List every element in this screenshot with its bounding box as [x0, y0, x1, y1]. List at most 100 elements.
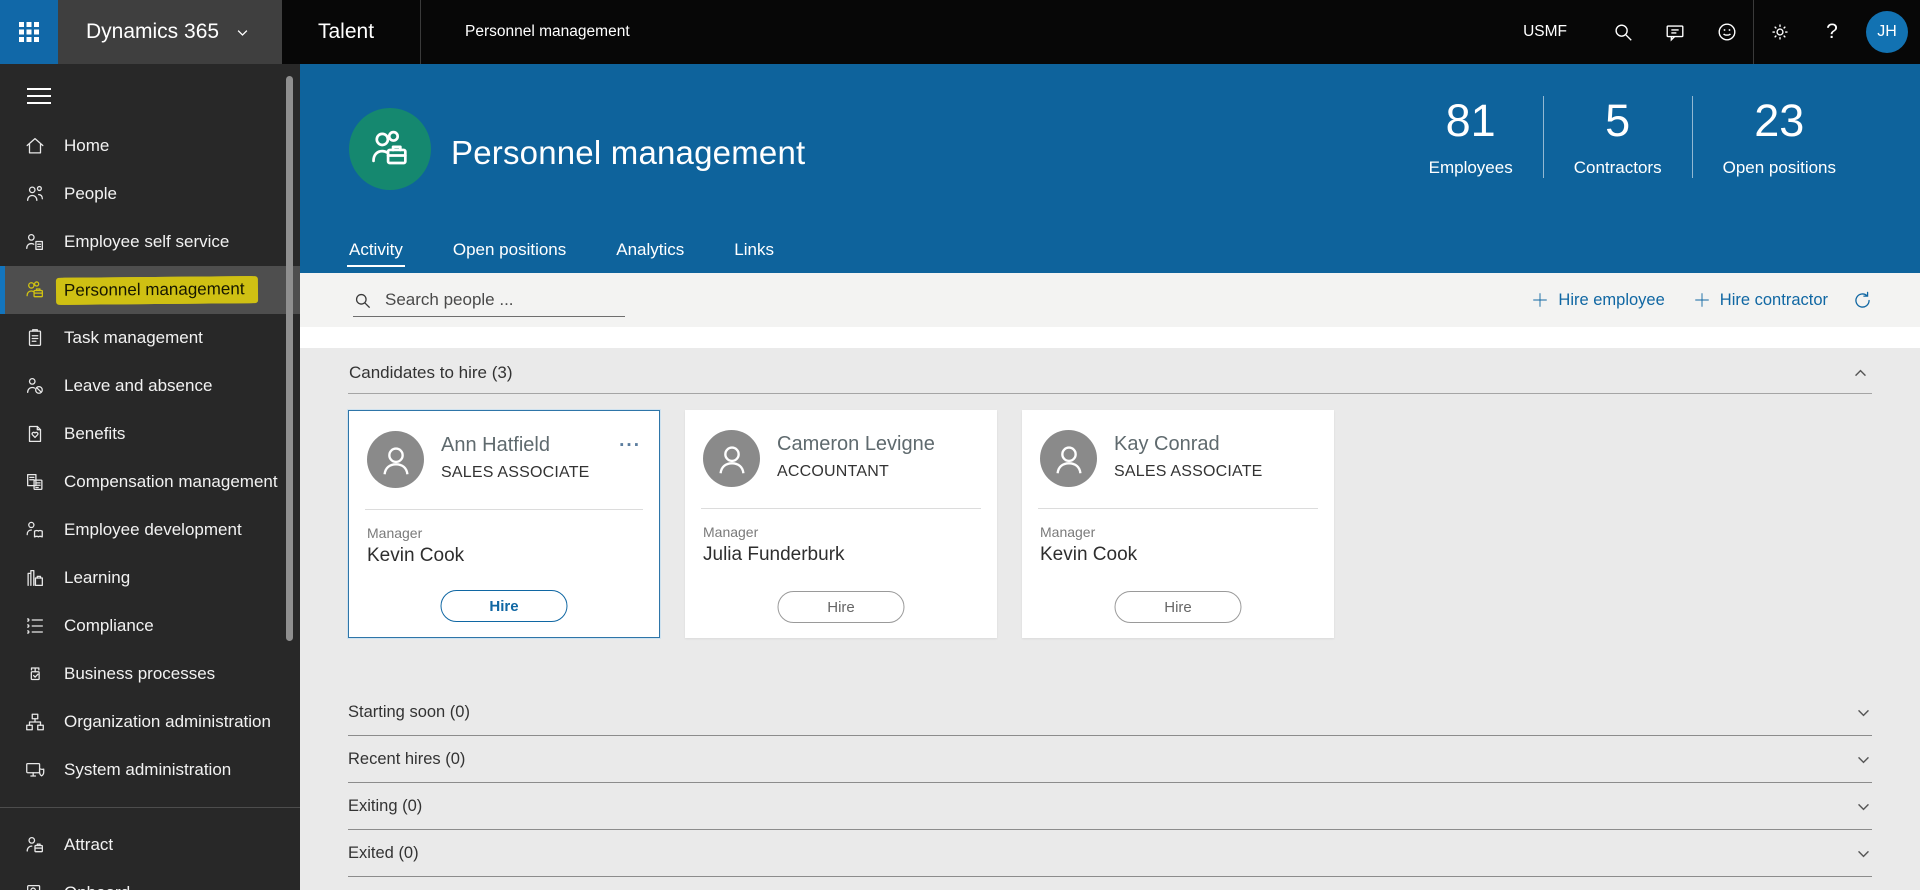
menu-icon[interactable] [22, 82, 56, 110]
topbar: Dynamics 365 Talent Personnel management… [0, 0, 1920, 64]
manager-label: Manager [703, 524, 759, 540]
chevron-down-icon [1855, 845, 1872, 862]
business-processes-icon [23, 662, 47, 686]
sidebar-scrollbar[interactable] [286, 76, 293, 641]
sidebar-item-label: Benefits [64, 424, 126, 443]
company-selector[interactable]: USMF [1523, 23, 1567, 41]
section-title: Starting soon (0) [348, 702, 470, 721]
stat: 5 Contractors [1542, 96, 1692, 178]
settings-gear-icon[interactable] [1754, 0, 1806, 64]
product-name: Dynamics 365 [86, 20, 220, 43]
people-icon [23, 182, 47, 206]
hire-button[interactable]: Hire [440, 590, 568, 622]
section-title: Exited (0) [348, 843, 419, 862]
candidate-card[interactable]: Kay Conrad SALES ASSOCIATE Manager Kevin… [1022, 410, 1334, 638]
stat-label: Employees [1428, 157, 1513, 177]
tab[interactable]: Links [734, 240, 774, 273]
candidate-card[interactable]: Cameron Levigne ACCOUNTANT Manager Julia… [685, 410, 997, 638]
collapsed-section-header[interactable]: Exited (0) [348, 830, 1872, 877]
product-switcher[interactable]: Dynamics 365 [58, 0, 282, 64]
sidebar-item[interactable]: Learning [0, 554, 300, 602]
sidebar-item-label: Compensation management [64, 472, 278, 491]
sidebar-item[interactable]: Employee development [0, 506, 300, 554]
help-button[interactable]: ? [1806, 0, 1858, 64]
tab[interactable]: Open positions [453, 240, 566, 273]
sidebar-item-label: System administration [64, 760, 232, 779]
sidebar-item[interactable]: Compliance [0, 602, 300, 650]
app-name[interactable]: Talent [282, 20, 420, 44]
collapsed-sections: Starting soon (0) Recent hires (0) Exiti… [348, 689, 1872, 877]
sidebar-item-label: Learning [64, 568, 131, 587]
sidebar-item[interactable]: Onboard [0, 869, 300, 890]
sidebar-item-label: Onboard [64, 883, 130, 890]
page-title: Personnel management [451, 134, 806, 171]
tab[interactable]: Analytics [616, 240, 684, 273]
candidate-role: ACCOUNTANT [777, 463, 889, 480]
employee-self-service-icon [23, 230, 47, 254]
sidebar-item[interactable]: Organization administration [0, 698, 300, 746]
leave-and-absence-icon [23, 374, 47, 398]
activity-content: Candidates to hire (3) Ann Hatfield SALE… [300, 348, 1920, 877]
sidebar-item[interactable]: People [0, 170, 300, 218]
hire-action-button[interactable]: Hire contractor [1693, 291, 1828, 310]
feedback-smiley-icon[interactable] [1701, 0, 1753, 64]
sidebar-item-label: Organization administration [64, 712, 271, 731]
refresh-icon[interactable] [1852, 290, 1873, 311]
task-management-icon [23, 326, 47, 350]
main-content: Personnel management 81 Employees 5 Cont… [300, 64, 1920, 890]
candidate-name: Cameron Levigne [777, 433, 935, 455]
organization-administration-icon [23, 710, 47, 734]
sidebar-item[interactable]: Employee self service [0, 218, 300, 266]
chevron-down-icon [1855, 798, 1872, 815]
hire-button[interactable]: Hire [1114, 591, 1242, 623]
sidebar-item[interactable]: Benefits [0, 410, 300, 458]
hire-action-label: Hire employee [1558, 290, 1665, 309]
waffle-icon [17, 20, 41, 44]
message-icon[interactable] [1649, 0, 1701, 64]
sidebar-divider [0, 807, 300, 808]
user-avatar[interactable]: JH [1866, 11, 1908, 53]
collapsed-section-header[interactable]: Starting soon (0) [348, 689, 1872, 736]
manager-label: Manager [1040, 524, 1096, 540]
sidebar-item[interactable]: System administration [0, 746, 300, 794]
sidebar-item[interactable]: Home [0, 122, 300, 170]
card-menu-button[interactable]: ... [619, 431, 641, 488]
toolbar-actions: Hire employee Hire contractor [1531, 291, 1828, 310]
topbar-page-title: Personnel management [465, 23, 630, 40]
sidebar-item-label: Employee development [64, 520, 242, 539]
stat-label: Open positions [1722, 157, 1836, 177]
hire-action-button[interactable]: Hire employee [1531, 290, 1665, 310]
search-input[interactable] [383, 289, 625, 311]
stat-label: Contractors [1573, 157, 1662, 177]
home-icon [23, 134, 47, 158]
card-divider [365, 509, 643, 510]
stat: 81 Employees [1399, 96, 1543, 178]
sidebar-item[interactable]: Task management [0, 314, 300, 362]
sidebar-item[interactable]: Compensation management [0, 458, 300, 506]
sidebar-item[interactable]: Business processes [0, 650, 300, 698]
candidate-card[interactable]: Ann Hatfield SALES ASSOCIATE ... Manager… [348, 410, 660, 638]
sidebar-item[interactable]: Leave and absence [0, 362, 300, 410]
header-stats: 81 Employees 5 Contractors 23 Open posit… [1399, 96, 1866, 178]
personnel-management-icon [23, 278, 47, 302]
sidebar-item-label: Employee self service [64, 232, 230, 251]
search-icon[interactable] [1597, 0, 1649, 64]
onboard-icon [23, 881, 47, 890]
tab[interactable]: Activity [347, 240, 405, 273]
chevron-down-icon [1855, 751, 1872, 768]
chevron-up-icon [1852, 365, 1869, 382]
search-icon [353, 291, 372, 310]
collapsed-section-header[interactable]: Exiting (0) [348, 783, 1872, 830]
compliance-icon [23, 614, 47, 638]
candidates-section-header[interactable]: Candidates to hire (3) [348, 348, 1872, 394]
app-launcher-button[interactable] [0, 0, 58, 64]
sidebar-item-label: Attract [64, 835, 114, 854]
sidebar-item[interactable]: Attract [0, 821, 300, 869]
hire-button[interactable]: Hire [777, 591, 905, 623]
toolbar: Hire employee Hire contractor [300, 273, 1920, 327]
collapsed-section-header[interactable]: Recent hires (0) [348, 736, 1872, 783]
sidebar-item[interactable]: Personnel management [0, 266, 300, 314]
sidebar-item-label: Business processes [64, 664, 216, 683]
candidate-name: Kay Conrad [1114, 433, 1220, 455]
sidebar-item-label: Personnel management [57, 275, 255, 305]
